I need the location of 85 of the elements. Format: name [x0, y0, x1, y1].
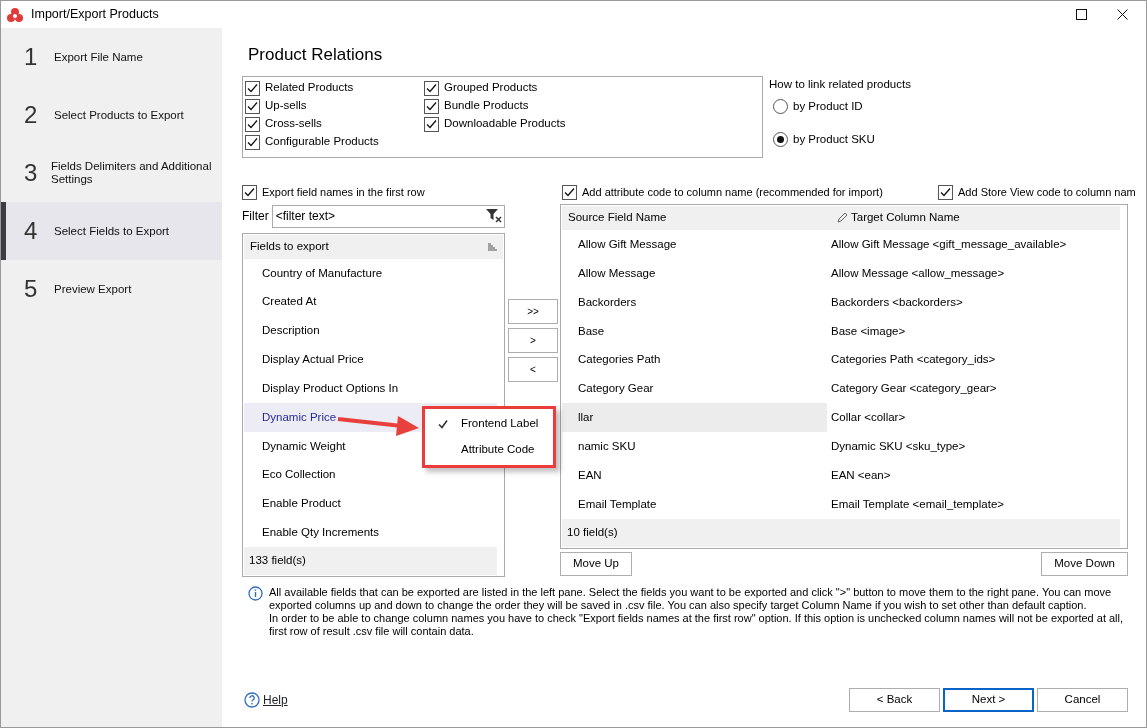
wizard-button[interactable]: < Back — [849, 688, 940, 712]
list-item[interactable]: Eco Collection — [244, 460, 497, 490]
radio-label: by Product SKU — [793, 131, 875, 147]
table-cell[interactable]: Allow Message <allow_message> — [827, 258, 1120, 288]
wizard-step[interactable]: 3 Fields Delimiters and Additional Settings — [1, 144, 222, 202]
app-logo-icon — [7, 6, 23, 23]
checkbox-label: Bundle Products — [444, 98, 529, 114]
checkbox-label: Up-sells — [265, 98, 307, 114]
list-item[interactable]: Enable Product — [244, 489, 497, 519]
group-label: How to link related products — [769, 77, 911, 92]
checkbox[interactable] — [245, 116, 260, 132]
checkbox[interactable] — [562, 184, 577, 200]
info-icon — [248, 586, 263, 601]
checkbox-label: Cross-sells — [265, 116, 322, 132]
column-header: Source Field Name — [568, 210, 667, 226]
pencil-icon — [837, 212, 848, 224]
table-cell[interactable]: Categories Path <category_ids> — [827, 345, 1120, 375]
wizard-step[interactable]: 2 Select Products to Export — [1, 86, 222, 144]
filter-label: Filter — [242, 208, 269, 225]
table-cell[interactable]: Email Template — [562, 490, 827, 520]
table-cell[interactable]: EAN — [562, 461, 827, 491]
help-icon[interactable] — [244, 692, 260, 708]
wizard-step[interactable]: 1 Export File Name — [1, 28, 222, 86]
check-icon — [438, 419, 448, 429]
maximize-icon[interactable] — [1076, 9, 1087, 20]
checkbox-label: Add Store View code to column nam — [958, 184, 1136, 200]
checkbox[interactable] — [424, 80, 439, 96]
table-cell[interactable]: Allow Gift Message <gift_message_available> — [827, 229, 1120, 259]
checkbox[interactable] — [245, 80, 260, 96]
wizard-button[interactable]: Next > — [943, 688, 1034, 712]
checkbox-label: Export field names in the first row — [262, 184, 425, 200]
table-cell[interactable]: Categories Path — [562, 345, 827, 375]
window-title: Import/Export Products — [31, 6, 159, 24]
field-count: 133 field(s) — [244, 547, 497, 575]
column-header: Target Column Name — [851, 210, 960, 226]
info-text: In order to be able to change column names you have to check "Export fields names at the first row" option. If this option is unchecked column names will not be exported at all, first row of result .csv file will contain data. — [269, 612, 1125, 638]
checkbox-label: Related Products — [265, 80, 354, 96]
wizard-step[interactable]: 5 Preview Export — [1, 260, 222, 318]
table-cell[interactable]: Dynamic SKU <sku_type> — [827, 432, 1120, 462]
help-link[interactable]: Help — [263, 691, 288, 709]
checkbox[interactable] — [242, 184, 257, 200]
table-cell[interactable]: Backorders <backorders> — [827, 287, 1120, 317]
checkbox-label: Grouped Products — [444, 80, 538, 96]
list-item[interactable]: Created At — [244, 287, 497, 317]
menu-item[interactable]: Attribute Code — [425, 437, 553, 463]
table-cell[interactable]: Allow Gift Message — [562, 229, 827, 259]
checkbox[interactable] — [424, 116, 439, 132]
wizard-step[interactable]: 4 Select Fields to Export — [1, 202, 222, 260]
checkbox-label: Downloadable Products — [444, 116, 566, 132]
list-item[interactable]: Display Product Options In — [244, 374, 497, 403]
list-header: Fields to export — [250, 239, 329, 255]
table-cell[interactable]: Email Template <email_template> — [827, 490, 1120, 520]
table-cell[interactable]: namic SKU — [562, 432, 827, 462]
list-item[interactable]: Description — [244, 316, 497, 346]
transfer-button[interactable]: < — [508, 357, 558, 382]
table-cell[interactable]: llar — [562, 403, 827, 433]
field-count: 10 field(s) — [562, 519, 1120, 548]
table-cell[interactable]: Backorders — [562, 287, 827, 317]
section-heading: Product Relations — [247, 44, 384, 66]
checkbox[interactable] — [424, 98, 439, 114]
table-cell[interactable]: Base — [562, 316, 827, 346]
table-cell[interactable]: Category Gear — [562, 374, 827, 404]
checkbox[interactable] — [938, 184, 953, 200]
list-item[interactable]: Display Actual Price — [244, 345, 497, 375]
wizard-button[interactable]: Cancel — [1037, 688, 1128, 712]
checkbox[interactable] — [245, 98, 260, 114]
close-icon[interactable] — [1117, 9, 1128, 20]
list-item[interactable]: Country of Manufacture — [244, 258, 497, 288]
move-up-button[interactable]: Move Up — [560, 552, 633, 576]
filter-field[interactable]: <filter text> — [271, 204, 505, 228]
table-cell[interactable]: Base <image> — [827, 316, 1120, 346]
transfer-button[interactable]: > — [508, 328, 558, 353]
table-cell[interactable]: EAN <ean> — [827, 461, 1120, 491]
move-down-button[interactable]: Move Down — [1041, 552, 1128, 576]
checkbox-label: Configurable Products — [265, 134, 379, 150]
table-cell[interactable]: Collar <collar> — [827, 403, 1120, 433]
clear-filter-icon[interactable] — [486, 208, 502, 223]
transfer-button[interactable]: >> — [508, 299, 558, 324]
checkbox[interactable] — [245, 134, 260, 150]
checkbox-label: Add attribute code to column name (recommended for import) — [582, 184, 883, 200]
table-cell[interactable]: Allow Message — [562, 258, 827, 288]
info-text: All available fields that can be exported are listed in the left pane. Select the fields you want to be exported and click ">" button to move them to the right pane. You can move exported columns up and down to change the order they will be saved in .csv file. You can also specify target Column Name if you wish to set other than default caption. — [269, 586, 1113, 612]
table-cell[interactable]: Category Gear <category_gear> — [827, 374, 1120, 404]
radio-label: by Product ID — [793, 98, 863, 114]
list-item[interactable]: Enable Qty Increments — [244, 518, 497, 548]
